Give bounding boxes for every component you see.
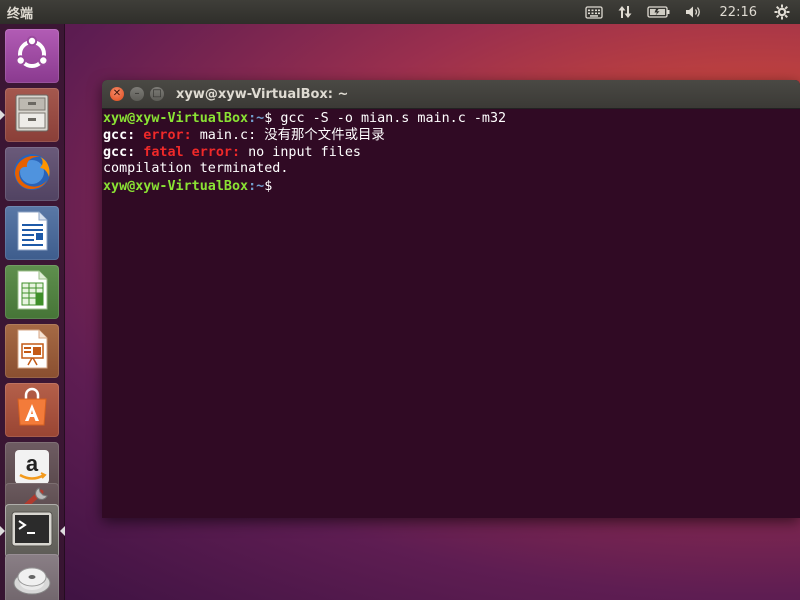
error-message: main.c: 没有那个文件或目录 xyxy=(191,127,385,143)
error-message: no input files xyxy=(240,144,361,160)
app-title: 终端 xyxy=(7,6,34,22)
terminal-line: xyw@xyw-VirtualBox:~$ xyxy=(103,178,800,196)
maximize-icon: □ xyxy=(152,88,162,99)
volume-icon[interactable] xyxy=(678,0,710,24)
libreoffice-calc-icon xyxy=(12,268,52,316)
launcher-calc-button[interactable] xyxy=(5,265,59,319)
indicator-area: 22:16 xyxy=(578,0,800,24)
maximize-button[interactable]: □ xyxy=(150,87,164,101)
ubuntu-logo-icon xyxy=(12,34,52,78)
launcher-impress-button[interactable] xyxy=(5,324,59,378)
text-cursor xyxy=(272,178,280,193)
command-text: gcc -S -o mian.s main.c -m32 xyxy=(272,111,507,126)
error-level: fatal error: xyxy=(135,144,241,160)
network-transfer-icon[interactable] xyxy=(610,0,640,24)
active-indicator xyxy=(60,526,65,536)
close-icon: ✕ xyxy=(112,88,122,99)
firefox-icon xyxy=(10,150,54,198)
launcher-files-button[interactable] xyxy=(0,88,59,142)
gear-icon[interactable] xyxy=(767,0,800,24)
terminal-line: gcc: fatal error: no input files xyxy=(103,145,800,162)
prompt-user: xyw@xyw-VirtualBox xyxy=(103,111,249,126)
shopping-bag-icon xyxy=(12,387,52,433)
error-prefix: gcc: xyxy=(103,144,136,160)
terminal-line: gcc: error: main.c: 没有那个文件或目录 xyxy=(103,128,800,145)
minimize-icon: – xyxy=(134,88,140,99)
terminal-window[interactable]: ✕ – □ xyw@xyw-VirtualBox: ~ xyw@xyw-Virt… xyxy=(102,80,800,518)
launcher-terminal-button[interactable] xyxy=(0,504,65,558)
close-button[interactable]: ✕ xyxy=(110,87,124,101)
svg-text:a: a xyxy=(26,451,39,476)
libreoffice-impress-icon xyxy=(12,327,52,375)
top-panel: 终端 22:16 xyxy=(0,0,800,24)
error-level: error: xyxy=(135,127,192,143)
terminal-icon xyxy=(10,510,54,552)
minimize-button[interactable]: – xyxy=(130,87,144,101)
disc-icon xyxy=(10,559,54,600)
window-title: xyw@xyw-VirtualBox: ~ xyxy=(176,86,349,102)
launcher-dvd-button[interactable] xyxy=(5,554,59,600)
terminal-line: xyw@xyw-VirtualBox:~$ gcc -S -o mian.s m… xyxy=(103,111,800,128)
launcher-writer-button[interactable] xyxy=(5,206,59,260)
terminal-line: compilation terminated. xyxy=(103,161,800,178)
prompt-symbol: $ xyxy=(264,179,273,195)
launcher-software-button[interactable] xyxy=(5,383,59,437)
terminal-output[interactable]: xyw@xyw-VirtualBox:~$ gcc -S -o mian.s m… xyxy=(102,109,800,196)
output-text: compilation terminated. xyxy=(103,161,289,177)
launcher-firefox-button[interactable] xyxy=(5,147,59,201)
libreoffice-writer-icon xyxy=(12,209,52,257)
running-indicator xyxy=(0,526,5,536)
launcher-dash-button[interactable] xyxy=(5,29,59,83)
launcher: a xyxy=(0,24,65,600)
error-prefix: gcc: xyxy=(103,127,136,143)
keyboard-icon[interactable] xyxy=(578,0,610,24)
running-indicator xyxy=(0,110,5,120)
prompt-path: :~ xyxy=(248,111,265,126)
prompt-path: :~ xyxy=(248,179,265,195)
prompt-user: xyw@xyw-VirtualBox xyxy=(103,179,249,195)
clock[interactable]: 22:16 xyxy=(710,0,767,24)
window-titlebar[interactable]: ✕ – □ xyw@xyw-VirtualBox: ~ xyxy=(102,80,800,109)
file-cabinet-icon xyxy=(11,92,53,138)
battery-icon[interactable] xyxy=(640,0,678,24)
